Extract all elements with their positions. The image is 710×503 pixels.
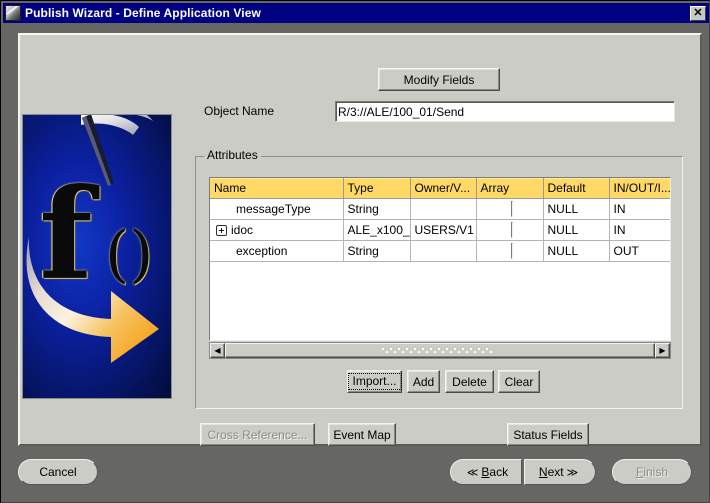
back-chevron-icon: ≪	[466, 466, 479, 479]
array-checkbox[interactable]	[510, 201, 513, 217]
status-fields-button[interactable]: Status Fields	[507, 423, 589, 446]
column-header-owner[interactable]: Owner/V...	[410, 178, 477, 199]
wand-document-icon	[5, 5, 21, 21]
column-header-name[interactable]: Name	[210, 178, 344, 199]
table-row[interactable]: messageType String NULL IN	[210, 198, 670, 220]
modify-fields-button[interactable]: Modify Fields	[378, 68, 500, 91]
expand-plus-icon[interactable]	[216, 224, 227, 236]
scrollbar-thumb[interactable]	[225, 343, 655, 358]
attributes-group-label: Attributes	[204, 148, 261, 162]
event-map-button[interactable]: Event Map	[328, 423, 396, 446]
cell-owner: USERS/V1	[410, 219, 477, 241]
grip-dots-icon	[382, 348, 492, 353]
next-chevron-icon: ≫	[566, 466, 579, 479]
add-button[interactable]: Add	[407, 370, 440, 393]
import-button-label: Import...	[347, 373, 402, 390]
window-title: Publish Wizard - Define Application View	[25, 6, 261, 20]
back-label-rest: ack	[489, 465, 509, 479]
finish-mnemonic: F	[635, 465, 644, 479]
column-header-array[interactable]: Array	[476, 178, 544, 199]
column-header-default[interactable]: Default	[543, 178, 610, 199]
close-icon[interactable]: ✕	[690, 5, 706, 21]
clear-button[interactable]: Clear	[498, 370, 540, 393]
cell-name: messageType	[236, 202, 311, 216]
wizard-button-bar	[3, 452, 709, 502]
column-header-direction[interactable]: IN/OUT/I...	[609, 178, 670, 199]
cell-type: ALE_x100_	[343, 219, 411, 241]
scroll-right-arrow-icon[interactable]: ▶	[655, 343, 670, 358]
column-header-type[interactable]: Type	[343, 178, 411, 199]
back-mnemonic: B	[481, 465, 490, 479]
table-header-row: Name Type Owner/V... Array Default IN/OU…	[210, 178, 670, 199]
next-mnemonic: N	[538, 465, 548, 479]
cell-default: NULL	[543, 219, 610, 241]
attributes-table[interactable]: Name Type Owner/V... Array Default IN/OU…	[209, 177, 671, 341]
table-row[interactable]: exception String NULL OUT	[210, 240, 670, 262]
table-horizontal-scrollbar[interactable]: ◀ ▶	[209, 342, 671, 359]
finish-button: F inish	[612, 459, 692, 485]
product-logo: f ()	[22, 114, 172, 399]
finish-label-rest: inish	[643, 465, 669, 479]
cell-default: NULL	[543, 198, 610, 220]
next-button[interactable]: N ext ≫	[524, 459, 596, 485]
array-checkbox[interactable]	[510, 222, 513, 238]
cell-direction: IN	[609, 219, 670, 241]
array-checkbox[interactable]	[510, 243, 513, 259]
dialog-window: Publish Wizard - Define Application View…	[0, 0, 710, 503]
back-button[interactable]: ≪ B ack	[450, 459, 522, 485]
scroll-left-arrow-icon[interactable]: ◀	[210, 343, 225, 358]
import-button[interactable]: Import...	[347, 370, 402, 393]
cell-owner	[410, 198, 477, 220]
cell-default: NULL	[543, 240, 610, 262]
next-label-rest: ext	[547, 465, 564, 479]
cross-reference-button: Cross Reference...	[200, 423, 315, 446]
object-name-input[interactable]	[335, 101, 675, 122]
cell-direction: IN	[609, 198, 670, 220]
cell-name: exception	[236, 244, 288, 258]
title-bar: Publish Wizard - Define Application View…	[3, 3, 709, 23]
cell-name: idoc	[231, 223, 254, 237]
delete-button[interactable]: Delete	[445, 370, 494, 393]
table-row[interactable]: idoc ALE_x100_ USERS/V1 NULL IN	[210, 219, 670, 241]
cell-owner	[410, 240, 477, 262]
cell-direction: OUT	[609, 240, 670, 262]
cancel-button[interactable]: Cancel	[18, 459, 98, 485]
object-name-label: Object Name	[204, 104, 275, 118]
orange-arrow-graphic	[26, 237, 159, 363]
cell-type: String	[343, 198, 411, 220]
cell-type: String	[343, 240, 411, 262]
